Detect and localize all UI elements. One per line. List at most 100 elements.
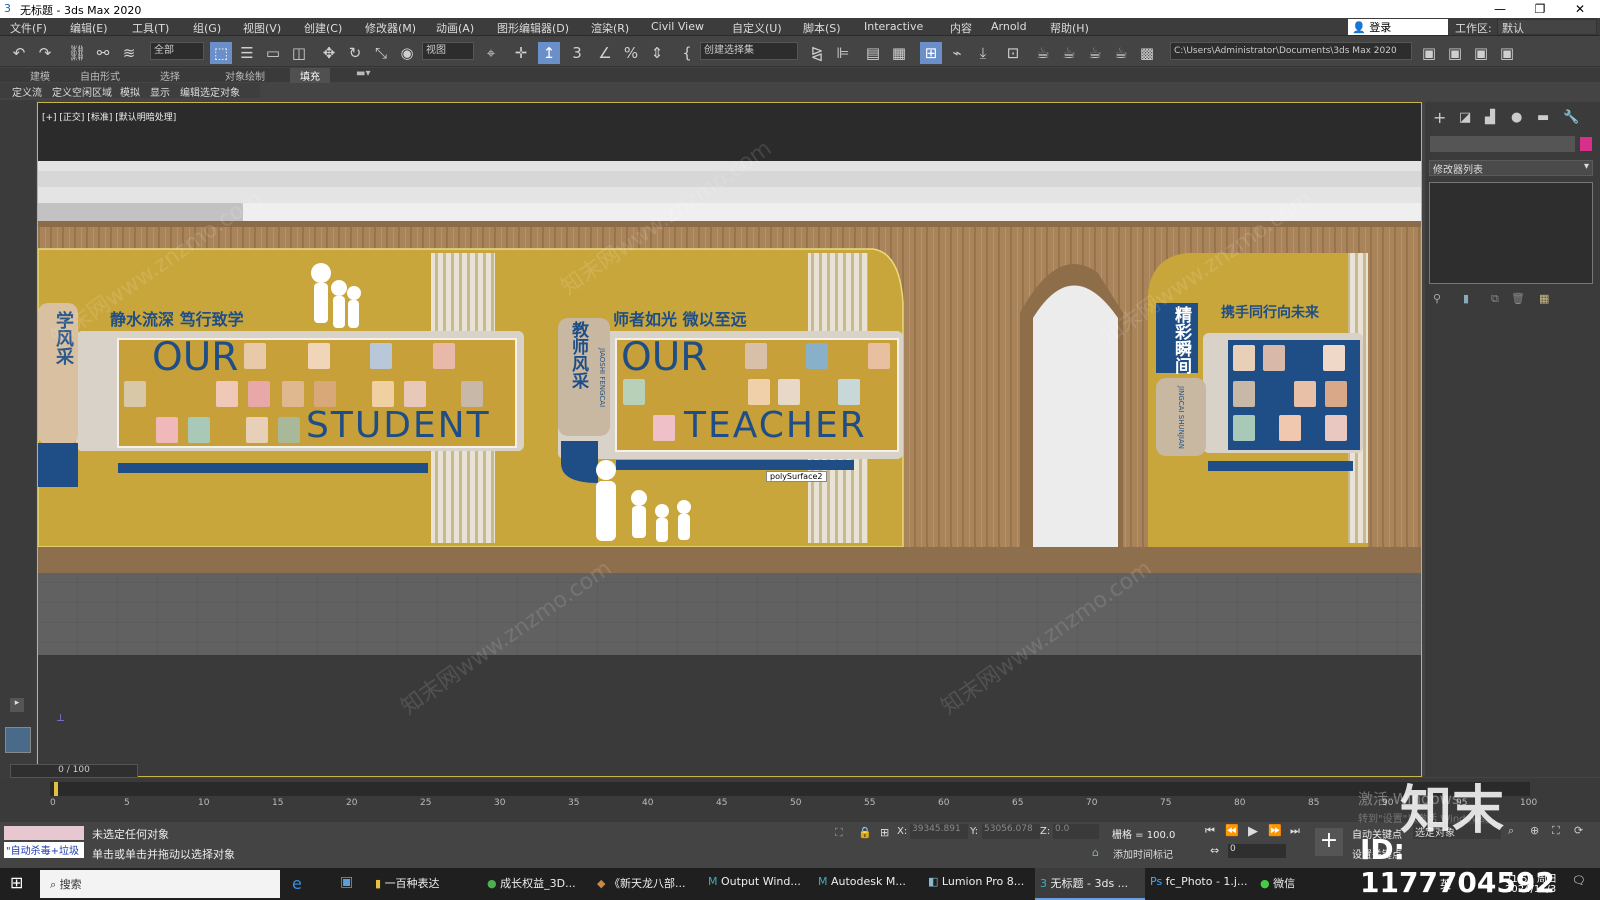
- object-name-field[interactable]: [1430, 136, 1575, 152]
- menu-create[interactable]: 创建(C): [304, 20, 342, 36]
- window-crossing-icon[interactable]: ◫: [288, 42, 310, 64]
- schematic-view-icon[interactable]: ⌁: [946, 42, 968, 64]
- layer-explorer-icon[interactable]: ▤: [862, 42, 884, 64]
- show-end-result-icon[interactable]: ▮: [1463, 292, 1469, 305]
- ref-coord-dropdown[interactable]: 视图: [422, 42, 474, 60]
- select-manipulate-icon[interactable]: ✛: [510, 42, 532, 64]
- remove-modifier-icon[interactable]: 🗑: [1511, 292, 1525, 305]
- maxscript-mini-input[interactable]: "自动杀毒+垃圾: [4, 842, 84, 858]
- add-time-tag[interactable]: 添加时间标记: [1113, 846, 1173, 861]
- rect-selection-icon[interactable]: ▭: [262, 42, 284, 64]
- task-lumion[interactable]: ◧ Lumion Pro 8...: [928, 875, 1024, 888]
- ribbon-toggle-icon[interactable]: ▦: [888, 42, 910, 64]
- render-cloud-icon[interactable]: ▩: [1136, 42, 1158, 64]
- pin-stack-icon[interactable]: ⚲: [1433, 292, 1441, 305]
- taskbar-search[interactable]: ⌕ 搜索: [40, 870, 280, 898]
- goto-end-icon[interactable]: ⏭: [1290, 824, 1300, 838]
- menu-content[interactable]: 内容: [950, 20, 972, 36]
- viewport-layout-icon[interactable]: ▣: [1470, 42, 1492, 64]
- undo-icon[interactable]: ↶: [8, 42, 30, 64]
- windows-start-icon[interactable]: ⊞: [10, 873, 23, 892]
- workspace-select[interactable]: 默认: [1497, 19, 1597, 35]
- align-icon[interactable]: ⊫: [832, 42, 854, 64]
- set-key-icon[interactable]: +: [1315, 828, 1343, 856]
- angle-snap-icon[interactable]: ∠: [594, 42, 616, 64]
- task-folder[interactable]: ▮ 一百种表达: [375, 875, 440, 891]
- render-setup-icon[interactable]: ⊡: [1002, 42, 1024, 64]
- maxscript-listener[interactable]: [4, 826, 84, 840]
- tab-object-paint[interactable]: 对象绘制: [225, 68, 265, 83]
- menu-graph-editors[interactable]: 图形编辑器(D): [497, 20, 569, 36]
- create-tab-icon[interactable]: +: [1433, 108, 1446, 127]
- modify-tab-icon[interactable]: ◪: [1459, 110, 1471, 125]
- menu-interactive[interactable]: Interactive: [864, 20, 923, 33]
- selection-filter-dropdown[interactable]: 全部: [150, 42, 204, 60]
- time-config-arrows-icon[interactable]: ⇔: [1210, 844, 1219, 857]
- menu-views[interactable]: 视图(V): [243, 20, 281, 36]
- mirror-icon[interactable]: ⧎: [806, 42, 828, 64]
- select-object-icon[interactable]: ⬚: [210, 42, 232, 64]
- prev-frame-icon[interactable]: ⏪: [1225, 824, 1239, 837]
- placement-icon[interactable]: ◉: [396, 42, 418, 64]
- task-photoshop[interactable]: Ps fc_Photo - 1.j...: [1150, 875, 1247, 888]
- sub-tab-display[interactable]: 显示: [150, 84, 170, 99]
- task-output-window[interactable]: M Output Wind...: [708, 875, 801, 888]
- menu-modifiers[interactable]: 修改器(M): [365, 20, 416, 36]
- task-browser[interactable]: ● 成长权益_3D...: [487, 875, 576, 891]
- lock-selection-icon[interactable]: 🔒: [858, 826, 872, 839]
- minimize-button[interactable]: —: [1480, 0, 1520, 18]
- extra-tools-icon[interactable]: ▣: [1496, 42, 1518, 64]
- isolate-icon[interactable]: ⛶: [835, 826, 843, 840]
- snaps-toggle-icon[interactable]: 3: [566, 42, 588, 64]
- configure-sets-icon[interactable]: ▦: [1539, 292, 1549, 305]
- absolute-mode-icon[interactable]: ⊞: [880, 826, 889, 839]
- curve-editor-icon[interactable]: ⊞: [920, 42, 942, 64]
- motion-tab-icon[interactable]: ●: [1511, 110, 1522, 125]
- render-frame-icon[interactable]: ☕: [1032, 42, 1054, 64]
- menu-rendering[interactable]: 渲染(R): [591, 20, 629, 36]
- time-slider[interactable]: 0 / 100: [10, 764, 138, 778]
- next-frame-icon[interactable]: ⏩: [1268, 824, 1282, 837]
- scene-explorer-icon[interactable]: ▣: [1444, 42, 1466, 64]
- goto-start-icon[interactable]: ⏮: [1205, 824, 1215, 838]
- menu-file[interactable]: 文件(F): [10, 20, 47, 36]
- modifier-stack[interactable]: [1429, 182, 1593, 284]
- task-game[interactable]: ◆ 《新天龙八部...: [597, 875, 685, 891]
- redo-icon[interactable]: ↷: [34, 42, 56, 64]
- menu-scripting[interactable]: 脚本(S): [803, 20, 841, 36]
- percent-snap-icon[interactable]: %: [620, 42, 642, 64]
- render-active-icon[interactable]: ☕: [1084, 42, 1106, 64]
- viewport-front[interactable]: 静水流深 笃行致学 学风采 OUR STUDENT 师者如光 微以至远 教师风采…: [37, 102, 1422, 777]
- unlink-icon[interactable]: ⚯: [92, 42, 114, 64]
- spinner-snap-icon[interactable]: ⇕: [646, 42, 668, 64]
- current-frame-field[interactable]: 0: [1228, 844, 1286, 858]
- sub-tab-edit-selected[interactable]: 编辑选定对象: [180, 84, 240, 99]
- scale-icon[interactable]: ⤡: [370, 42, 392, 64]
- sub-tab-define-flows[interactable]: 定义流: [12, 84, 42, 99]
- tab-modeling[interactable]: 建模: [30, 68, 50, 83]
- hierarchy-tab-icon[interactable]: ▟: [1485, 110, 1495, 125]
- y-coord-field[interactable]: 53056.078: [982, 824, 1040, 839]
- rotate-icon[interactable]: ↻: [344, 42, 366, 64]
- move-icon[interactable]: ✥: [318, 42, 340, 64]
- expand-icon[interactable]: ▸: [10, 698, 24, 712]
- ribbon-options-icon[interactable]: ▬▾: [356, 68, 370, 79]
- sub-tab-simulate[interactable]: 模拟: [120, 84, 140, 99]
- tab-populate[interactable]: 填充: [290, 68, 330, 83]
- display-tab-icon[interactable]: ▬: [1537, 110, 1549, 125]
- object-color-swatch[interactable]: [1580, 137, 1592, 151]
- project-path-dropdown[interactable]: C:\Users\Administrator\Documents\3ds Max…: [1170, 42, 1412, 60]
- tab-selection[interactable]: 选择: [160, 68, 180, 83]
- maximize-button[interactable]: ❐: [1520, 0, 1560, 18]
- menu-civil-view[interactable]: Civil View: [651, 20, 704, 33]
- ie-icon[interactable]: e: [292, 874, 302, 893]
- tab-freeform[interactable]: 自由形式: [80, 68, 120, 83]
- pivot-icon[interactable]: ⌖: [480, 42, 502, 64]
- menu-edit[interactable]: 编辑(E): [70, 20, 108, 36]
- menu-customize[interactable]: 自定义(U): [732, 20, 782, 36]
- viewcube-thumb-icon[interactable]: [5, 727, 31, 753]
- login-dropdown[interactable]: 👤 登录: [1348, 19, 1448, 35]
- task-wechat[interactable]: ● 微信: [1260, 875, 1295, 891]
- menu-tools[interactable]: 工具(T): [132, 20, 169, 36]
- z-coord-field[interactable]: 0.0: [1053, 824, 1099, 839]
